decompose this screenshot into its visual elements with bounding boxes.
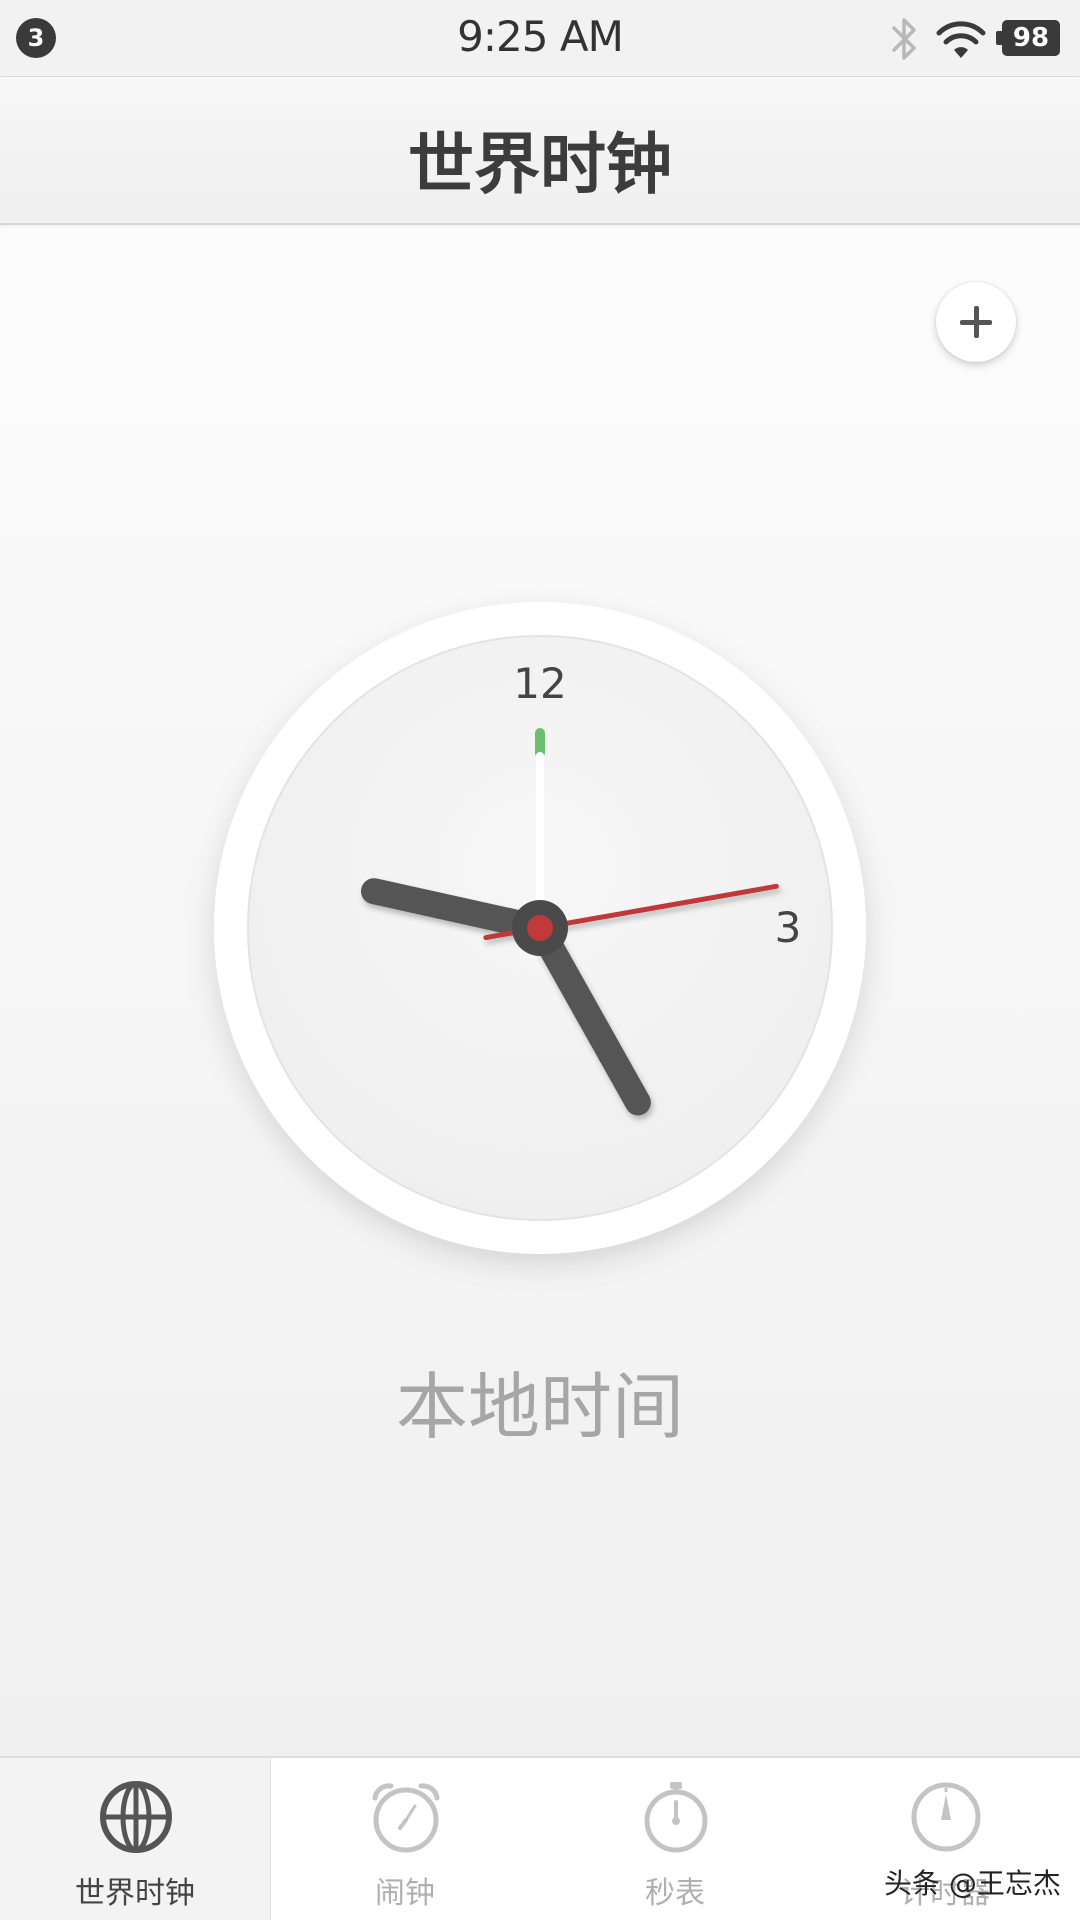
tab-label: 秒表 xyxy=(645,1876,705,1911)
tab-alarm[interactable]: 闹钟 xyxy=(270,1758,540,1920)
numeral-12: 12 xyxy=(513,659,566,708)
tab-label: 世界时钟 xyxy=(75,1876,195,1911)
status-bar: 3 9:25 AM 98 xyxy=(0,0,1080,77)
timer-icon xyxy=(911,1782,981,1852)
tab-world-clock[interactable]: 世界时钟 xyxy=(0,1758,271,1920)
analog-clock: 12 3 xyxy=(212,600,868,1256)
battery-icon: 98 xyxy=(996,20,1060,56)
add-city-button[interactable] xyxy=(936,282,1016,362)
stopwatch-icon xyxy=(644,1782,708,1853)
numeral-3: 3 xyxy=(775,903,802,952)
watermark: 头条 @王忘杰 xyxy=(884,1867,1061,1900)
local-time-label: 本地时间 xyxy=(395,1365,684,1449)
wifi-icon xyxy=(936,21,986,58)
title-bar: 世界时钟 xyxy=(0,77,1080,225)
plus-icon-vertical xyxy=(974,306,979,338)
bluetooth-icon xyxy=(892,18,916,60)
tab-stopwatch[interactable]: 秒表 xyxy=(540,1758,810,1920)
world-clock-screen: 3 9:25 AM 98 世界时钟 12 3 本地时间 世界时钟 闹钟 秒表 计… xyxy=(0,0,1080,1920)
page-title: 世界时钟 xyxy=(408,126,672,203)
tab-label: 闹钟 xyxy=(375,1876,435,1911)
alarm-clock-icon xyxy=(372,1783,440,1853)
clock-face-svg: 12 3 xyxy=(214,602,866,1254)
globe-icon xyxy=(100,1781,172,1853)
center-pin xyxy=(527,915,553,941)
